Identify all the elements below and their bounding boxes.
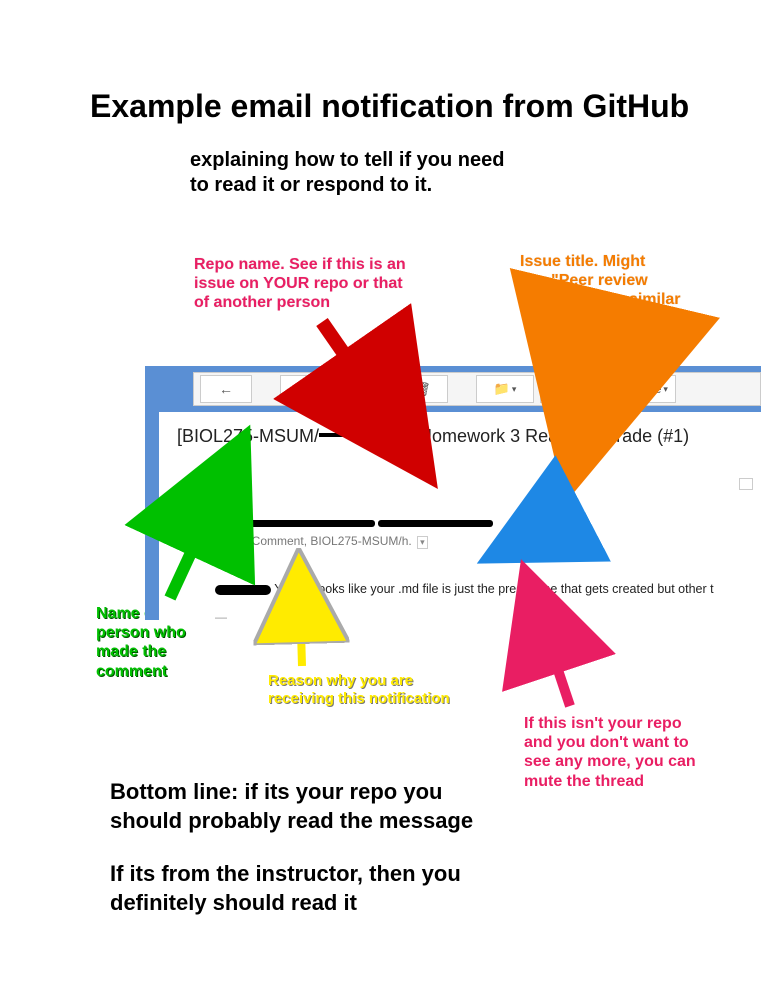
more-label: More bbox=[634, 382, 661, 396]
avatar: ◉ bbox=[173, 518, 203, 548]
redacted-commenter-handle bbox=[215, 585, 271, 595]
label-button[interactable]: 🏷▾ bbox=[540, 375, 598, 403]
print-icon[interactable] bbox=[739, 478, 753, 490]
bottom-line-2: If its from the instructor, then you def… bbox=[110, 860, 461, 917]
comment-line: Yeah it looks like your .md file is just… bbox=[215, 582, 714, 596]
sender-block: to me, Comment, BIOL275-MSUM/h. ▾ bbox=[215, 516, 493, 549]
annotation-mute: If this isn't your repo and you don't wa… bbox=[524, 714, 696, 791]
subject-issue-title: ] Homework 3 Ready to Grade (#1) bbox=[409, 426, 689, 446]
email-body: [BIOL275-MSUM/ ] Homework 3 Ready to Grad… bbox=[159, 412, 761, 620]
back-button[interactable]: ← bbox=[200, 375, 252, 403]
page-title: Example email notification from GitHub bbox=[90, 88, 689, 125]
email-toolbar: ← ⧈ ⊘ 🗑 📁▾ 🏷▾ More▾ bbox=[193, 372, 761, 406]
recipients-text: to me, Comment, BIOL275-MSUM/h. bbox=[215, 534, 412, 548]
annotation-issue-title: Issue title. Might say "Peer review requ… bbox=[520, 252, 681, 310]
redacted-repo-name bbox=[319, 433, 409, 437]
arrow-pink bbox=[540, 616, 570, 706]
redacted-sender-email bbox=[378, 520, 493, 527]
annotation-repo-name: Repo name. See if this is an issue on YO… bbox=[194, 255, 406, 313]
redacted-sender-name bbox=[215, 520, 375, 527]
move-button[interactable]: 📁▾ bbox=[476, 375, 534, 403]
spam-button[interactable]: ⊘ bbox=[338, 375, 390, 403]
bottom-line-1: Bottom line: if its your repo you should… bbox=[110, 778, 473, 835]
more-button[interactable]: More▾ bbox=[626, 375, 676, 403]
annotation-reason: Reason why you are receiving this notifi… bbox=[268, 672, 450, 708]
page-subtitle: explaining how to tell if you need to re… bbox=[190, 148, 504, 198]
label-icon: 🏷 bbox=[557, 381, 574, 397]
email-screenshot: ← ⧈ ⊘ 🗑 📁▾ 🏷▾ More▾ [BIOL275-MSUM/] Home… bbox=[145, 366, 761, 620]
email-subject: [BIOL275-MSUM/ ] Homework 3 Ready to Grad… bbox=[177, 426, 751, 447]
folder-icon: 📁 bbox=[494, 381, 510, 397]
archive-button[interactable]: ⧈ bbox=[280, 375, 332, 403]
details-dropdown-icon[interactable]: ▾ bbox=[417, 536, 428, 549]
recipients-line: to me, Comment, BIOL275-MSUM/h. ▾ bbox=[215, 534, 493, 549]
subject-repo-prefix: [BIOL275-MSUM/ bbox=[177, 426, 319, 446]
separator-dash: — bbox=[215, 610, 227, 620]
delete-button[interactable]: 🗑 bbox=[396, 375, 448, 403]
comment-text: Yeah it looks like your .md file is just… bbox=[271, 582, 714, 596]
